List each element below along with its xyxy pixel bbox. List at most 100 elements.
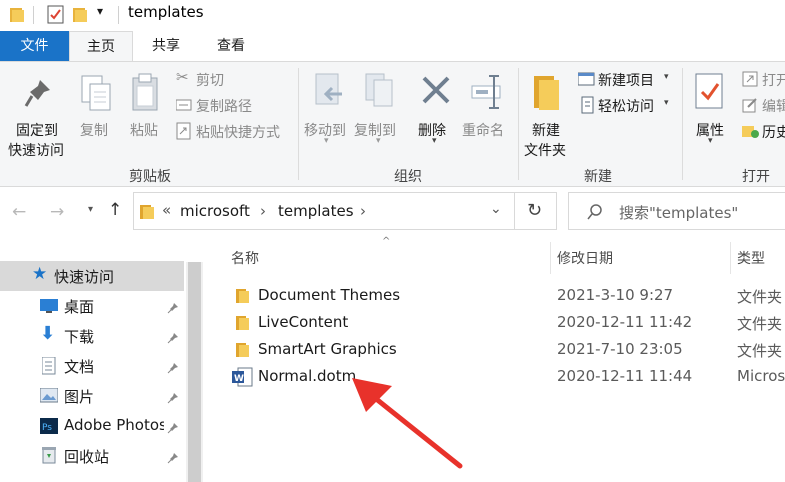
file-row-smartart-graphics[interactable]: SmartArt Graphics 2021-7-10 23:05 文件夹 (226, 336, 785, 363)
pin-icon[interactable] (167, 419, 179, 438)
sidebar-item-recycle-bin[interactable]: 回收站 (0, 441, 184, 471)
move-to-button[interactable]: 移动到 ▾ (302, 68, 354, 148)
sidebar-item-pictures[interactable]: 图片 (0, 381, 184, 411)
new-item-button[interactable]: 新建项目 ▾ (576, 68, 676, 90)
history-icon (742, 126, 759, 138)
breadcrumb-overflow[interactable]: « (162, 201, 171, 219)
annotation-arrow-icon (352, 378, 463, 469)
paste-shortcut-button[interactable]: 粘贴快捷方式 (174, 120, 294, 142)
group-label-clipboard: 剪贴板 (129, 169, 171, 185)
tab-view[interactable]: 查看 (201, 31, 261, 61)
folder-icon (10, 8, 24, 22)
search-input[interactable]: 搜索"templates" (568, 192, 785, 230)
pin-quick-access-button[interactable]: 固定到 快速访问 (4, 68, 72, 160)
sidebar-item-documents[interactable]: 文档 (0, 351, 184, 381)
properties-button[interactable]: 属性 ▾ (688, 68, 732, 148)
forward-arrow-icon[interactable]: → (50, 202, 64, 222)
customize-toolbar-icon[interactable]: ▾ (97, 4, 103, 18)
svg-text:Ps: Ps (42, 423, 52, 433)
copy-button[interactable]: 复制 (76, 68, 116, 139)
folder-icon (236, 343, 249, 357)
word-template-icon: W (232, 367, 253, 387)
breadcrumb-templates[interactable]: templates (278, 202, 354, 220)
column-header-type[interactable]: 类型 (737, 248, 765, 268)
sidebar-item-desktop[interactable]: 桌面 (0, 291, 184, 321)
recent-locations-icon[interactable]: ▾ (88, 204, 93, 215)
refresh-icon: ↻ (527, 200, 543, 221)
pin-icon[interactable] (167, 389, 179, 408)
easy-access-button[interactable]: 轻松访问 ▾ (576, 94, 676, 116)
navigation-pane: ★ 快速访问 桌面 ⬇ 下载 文档 图片 Ps Adobe Photoshop … (0, 240, 205, 482)
rename-button[interactable]: 重命名 (460, 68, 516, 139)
copy-to-button[interactable]: 复制到 ▾ (354, 68, 406, 148)
new-item-icon (578, 72, 595, 86)
copy-path-button[interactable]: 复制路径 (174, 94, 294, 116)
search-placeholder: 搜索"templates" (619, 204, 739, 222)
copy-icon (81, 75, 111, 111)
properties-icon (695, 73, 723, 109)
open-button[interactable]: 打开 (740, 68, 785, 90)
ribbon: 固定到 快速访问 复制 粘贴 ✂ 剪切 复制路径 粘贴快捷方式 剪贴板 移动到 (0, 62, 785, 187)
pin-icon[interactable] (167, 329, 179, 348)
new-folder-button[interactable]: 新建 文件夹 (522, 68, 574, 160)
title-bar: ▾ templates (0, 0, 785, 31)
cut-button[interactable]: ✂ 剪切 (174, 68, 294, 90)
column-header-date[interactable]: 修改日期 (557, 248, 613, 268)
group-label-organize: 组织 (394, 169, 422, 185)
folder-icon (236, 289, 249, 303)
search-icon (587, 204, 602, 220)
tab-file[interactable]: 文件 (0, 31, 69, 61)
document-icon (42, 357, 56, 375)
tab-home[interactable]: 主页 (69, 31, 133, 61)
rename-icon (471, 75, 501, 109)
sidebar-item-downloads[interactable]: ⬇ 下载 (0, 321, 184, 351)
file-row-normal-dotm[interactable]: W Normal.dotm 2020-12-11 11:44 Microsoft (226, 363, 785, 390)
history-button[interactable]: 历史 (740, 120, 785, 142)
download-icon: ⬇ (40, 323, 56, 344)
address-bar[interactable]: « microsoft › templates › ⌄ (133, 192, 515, 230)
pin-icon (24, 80, 50, 107)
chevron-right-icon[interactable]: › (360, 202, 366, 220)
group-label-open: 打开 (742, 169, 770, 185)
copy-to-icon (365, 73, 393, 107)
tab-share[interactable]: 共享 (137, 31, 195, 61)
refresh-button[interactable]: ↻ (515, 192, 557, 230)
new-folder-quick-icon[interactable] (73, 6, 89, 24)
sidebar-item-quick-access[interactable]: ★ 快速访问 (0, 261, 184, 291)
svg-text:W: W (234, 374, 244, 384)
new-folder-icon (534, 76, 559, 110)
sidebar-scroll-thumb[interactable] (188, 262, 201, 482)
edit-button[interactable]: 编辑 (740, 94, 785, 116)
copy-path-icon (176, 99, 192, 111)
delete-button[interactable]: 删除 ▾ (414, 68, 458, 148)
paste-shortcut-icon (176, 122, 191, 140)
move-to-icon (315, 73, 342, 105)
paste-icon (132, 73, 158, 111)
pictures-icon (40, 388, 58, 403)
folder-icon (140, 205, 154, 219)
menu-bar: 文件 主页 共享 查看 (0, 31, 785, 62)
file-row-document-themes[interactable]: Document Themes 2021-3-10 9:27 文件夹 (226, 282, 785, 309)
desktop-icon (40, 299, 58, 313)
group-label-new: 新建 (584, 169, 612, 185)
breadcrumb-microsoft[interactable]: microsoft (180, 202, 250, 220)
folder-icon (236, 316, 249, 330)
delete-x-icon (422, 76, 450, 104)
file-row-livecontent[interactable]: LiveContent 2020-12-11 11:42 文件夹 (226, 309, 785, 336)
open-icon (742, 71, 758, 87)
up-arrow-icon[interactable]: ↑ (108, 200, 122, 220)
back-arrow-icon[interactable]: ← (12, 202, 26, 222)
pin-icon[interactable] (167, 449, 179, 468)
photoshop-icon: Ps (40, 418, 58, 434)
edit-icon (742, 98, 757, 113)
pin-icon[interactable] (167, 299, 179, 318)
properties-quick-icon[interactable] (47, 5, 65, 25)
sidebar-item-adobe-photoshop[interactable]: Ps Adobe Photoshop (0, 411, 184, 441)
scissors-icon: ✂ (176, 68, 189, 86)
pin-icon[interactable] (167, 359, 179, 378)
chevron-down-icon[interactable]: ⌄ (490, 201, 502, 217)
column-header-name[interactable]: 名称 (231, 248, 259, 268)
paste-button[interactable]: 粘贴 (124, 68, 166, 139)
star-icon: ★ (32, 264, 48, 284)
chevron-right-icon: › (260, 202, 266, 220)
